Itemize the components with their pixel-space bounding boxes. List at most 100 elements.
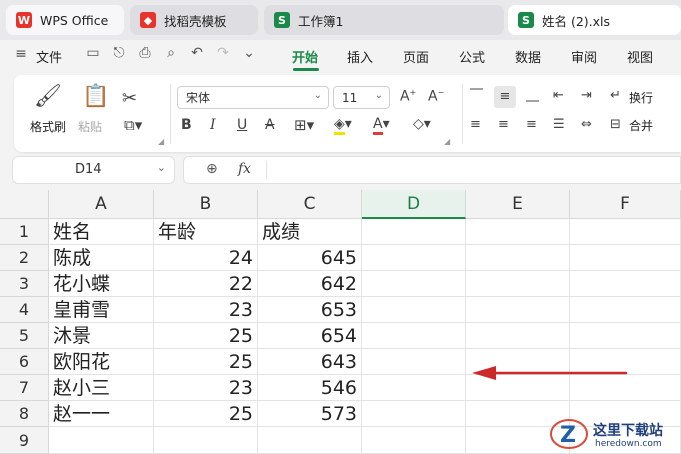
cell-e2[interactable] — [466, 245, 570, 271]
format-painter-icon[interactable]: 🖌 — [34, 84, 62, 109]
menu-home[interactable]: 开始 — [292, 47, 318, 66]
cell-e5[interactable] — [466, 323, 570, 349]
align-top-icon[interactable]: ⎺ — [470, 88, 483, 103]
cell-c7[interactable]: 546 — [258, 375, 362, 401]
cell-b4[interactable]: 23 — [154, 297, 258, 323]
formula-bar[interactable]: ⊕ fx — [183, 156, 681, 184]
row-header[interactable]: 3 — [0, 271, 49, 297]
cell-e4[interactable] — [466, 297, 570, 323]
cell-a2[interactable]: 陈成 — [49, 245, 154, 271]
wrap-text-icon[interactable]: ↵ — [610, 88, 621, 103]
chevron-down-icon[interactable]: ⌄ — [240, 45, 258, 65]
cell-c6[interactable]: 643 — [258, 349, 362, 375]
cell-d3[interactable] — [362, 271, 466, 297]
print-icon[interactable]: ⎙ — [136, 45, 154, 65]
cell-d6[interactable] — [362, 349, 466, 375]
cell-d2[interactable] — [362, 245, 466, 271]
align-middle-icon[interactable]: ≡ — [494, 86, 516, 108]
menu-insert[interactable]: 插入 — [347, 47, 373, 66]
cell-c1[interactable]: 成绩 — [258, 219, 362, 245]
fx-icon[interactable]: fx — [238, 161, 251, 177]
select-all-corner[interactable] — [0, 190, 49, 219]
cell-f4[interactable] — [570, 297, 681, 323]
menu-page[interactable]: 页面 — [403, 47, 429, 66]
justify-icon[interactable]: ☰ — [553, 117, 565, 132]
name-box[interactable]: D14 ⌄ — [12, 156, 175, 184]
align-bottom-icon[interactable]: ⎽ — [526, 88, 539, 103]
cell-c5[interactable]: 654 — [258, 323, 362, 349]
redo-icon[interactable]: ↷ — [214, 45, 232, 65]
copy-icon[interactable]: ⧉▾ — [124, 116, 142, 134]
cell-c8[interactable]: 573 — [258, 401, 362, 427]
increase-font-icon[interactable]: A+ — [400, 88, 416, 105]
cell-c4[interactable]: 653 — [258, 297, 362, 323]
column-header-a[interactable]: A — [49, 190, 154, 219]
cell-b1[interactable]: 年龄 — [154, 219, 258, 245]
save-icon[interactable]: ▭ — [84, 45, 102, 65]
cell-a7[interactable]: 赵小三 — [49, 375, 154, 401]
cell-a9[interactable] — [49, 427, 154, 454]
cell-d8[interactable] — [362, 401, 466, 427]
bold-icon[interactable]: B — [181, 117, 192, 133]
cell-f5[interactable] — [570, 323, 681, 349]
cell-e1[interactable] — [466, 219, 570, 245]
row-header[interactable]: 7 — [0, 375, 49, 401]
underline-icon[interactable]: U — [237, 117, 247, 133]
fill-color-icon[interactable]: ◈▾ — [334, 116, 352, 135]
increase-indent-icon[interactable]: ⇥ — [581, 88, 592, 103]
row-header[interactable]: 6 — [0, 349, 49, 375]
decrease-font-icon[interactable]: A− — [428, 88, 444, 105]
strikethrough-icon[interactable]: A — [265, 117, 275, 133]
align-center-icon[interactable]: ≡ — [498, 117, 509, 132]
paste-icon[interactable]: 📋 — [82, 84, 109, 109]
cell-f2[interactable] — [570, 245, 681, 271]
cell-a8[interactable]: 赵一一 — [49, 401, 154, 427]
cell-d7[interactable] — [362, 375, 466, 401]
cut-icon[interactable]: ✂ — [122, 88, 137, 109]
column-header-c[interactable]: C — [258, 190, 362, 219]
menu-file[interactable]: 文件 — [36, 47, 62, 66]
merge-cells-label[interactable]: 合并 — [629, 117, 653, 134]
cell-c2[interactable]: 645 — [258, 245, 362, 271]
format-painter-label[interactable]: 格式刷 — [30, 118, 66, 135]
share-icon[interactable]: ⎋ — [110, 45, 128, 65]
cell-b3[interactable]: 22 — [154, 271, 258, 297]
font-size-select[interactable]: 11 ⌄ — [333, 86, 390, 109]
cell-b6[interactable]: 25 — [154, 349, 258, 375]
cell-a4[interactable]: 皇甫雪 — [49, 297, 154, 323]
dialog-launcher-icon[interactable]: ◢ — [444, 137, 450, 146]
cell-a5[interactable]: 沐景 — [49, 323, 154, 349]
font-color-icon[interactable]: A▾ — [373, 116, 390, 135]
align-right-icon[interactable]: ≡ — [526, 117, 537, 132]
menu-review[interactable]: 审阅 — [571, 47, 597, 66]
menu-formulas[interactable]: 公式 — [459, 47, 485, 66]
paste-label[interactable]: 粘贴 — [78, 118, 102, 135]
cell-c3[interactable]: 642 — [258, 271, 362, 297]
font-name-select[interactable]: 宋体 ⌄ — [177, 86, 329, 109]
hamburger-menu-icon[interactable]: ≡ — [12, 46, 30, 66]
cell-b9[interactable] — [154, 427, 258, 454]
row-header[interactable]: 2 — [0, 245, 49, 271]
cell-b5[interactable]: 25 — [154, 323, 258, 349]
cell-d5[interactable] — [362, 323, 466, 349]
italic-icon[interactable]: I — [210, 117, 216, 133]
tab-docer-templates[interactable]: ◆ 找稻壳模板 — [130, 5, 258, 35]
clear-format-icon[interactable]: ◇▾ — [413, 116, 431, 132]
cell-d4[interactable] — [362, 297, 466, 323]
cell-d1[interactable] — [362, 219, 466, 245]
row-header[interactable]: 8 — [0, 401, 49, 427]
decrease-indent-icon[interactable]: ⇤ — [553, 88, 564, 103]
row-header[interactable]: 4 — [0, 297, 49, 323]
tab-wps-office[interactable]: W WPS Office — [6, 5, 124, 35]
distributed-align-icon[interactable]: ⇔ — [581, 117, 592, 132]
align-left-icon[interactable]: ≡ — [470, 117, 481, 132]
cell-b8[interactable]: 25 — [154, 401, 258, 427]
row-header[interactable]: 5 — [0, 323, 49, 349]
cell-d9[interactable] — [362, 427, 466, 454]
column-header-b[interactable]: B — [154, 190, 258, 219]
cell-c9[interactable] — [258, 427, 362, 454]
row-header[interactable]: 1 — [0, 219, 49, 245]
tab-active-file[interactable]: S 姓名 (2).xls — [508, 5, 681, 35]
print-preview-icon[interactable]: ⌕ — [162, 45, 180, 65]
menu-data[interactable]: 数据 — [515, 47, 541, 66]
